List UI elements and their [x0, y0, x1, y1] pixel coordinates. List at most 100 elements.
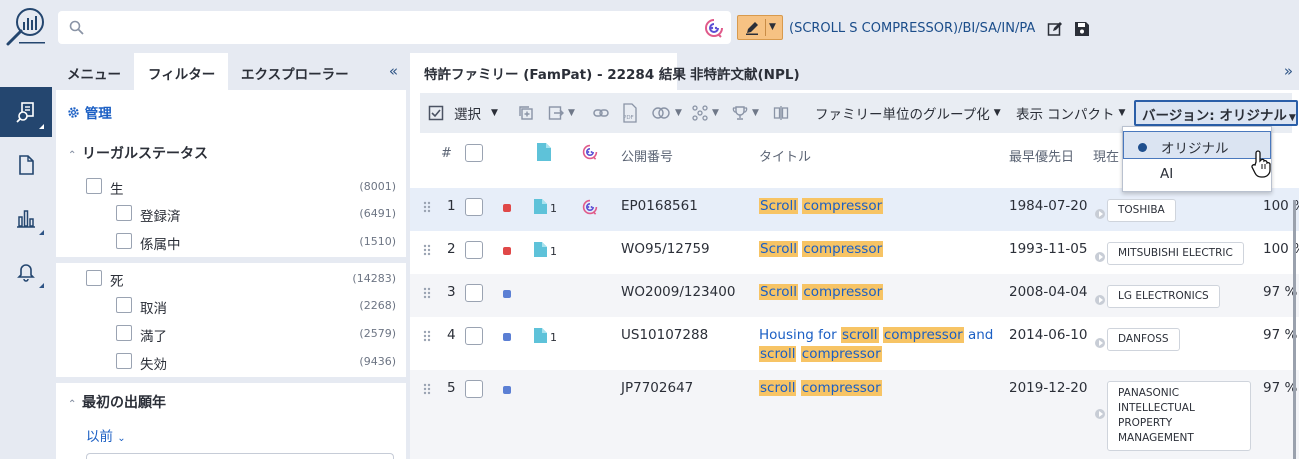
patent-title-link[interactable]: scroll compressor: [759, 379, 999, 398]
ai-assistant-icon[interactable]: [582, 199, 598, 215]
assignee-badge[interactable]: TOSHIBA: [1107, 199, 1176, 222]
document-icon[interactable]: [534, 199, 547, 214]
tab-explorer[interactable]: エクスプローラー: [241, 63, 349, 83]
network-menu[interactable]: ▼: [692, 93, 719, 133]
patent-title-link[interactable]: Housing for scroll compressor and scroll…: [759, 326, 999, 364]
assignee-badge[interactable]: MITSUBISHI ELECTRIC: [1107, 242, 1244, 265]
export-menu[interactable]: ▼: [548, 93, 575, 133]
assignee-badge[interactable]: PANASONIC INTELLECTUAL PROPERTY MANAGEME…: [1107, 381, 1251, 451]
checkbox[interactable]: [86, 270, 102, 286]
rail-analytics-button[interactable]: [0, 193, 52, 243]
expand-assignee-icon[interactable]: [1095, 295, 1105, 305]
patent-title-link[interactable]: Scroll compressor: [759, 197, 999, 216]
chevron-down-icon[interactable]: ▼: [769, 22, 776, 32]
display-compact-menu[interactable]: 表示 コンパクト ▼: [1016, 93, 1125, 133]
search-input[interactable]: [90, 11, 690, 44]
tab-npl[interactable]: 非特許文献(NPL): [690, 63, 800, 83]
tab-fampat[interactable]: 特許ファミリー (FamPat) - 22284 結果: [424, 63, 686, 83]
checkbox[interactable]: [116, 297, 132, 313]
collapse-panel-icon[interactable]: «: [389, 62, 398, 80]
table-row[interactable]: 2 1 WO95/12759 Scroll compressor 1993-11-05 M…: [410, 231, 1299, 274]
first-filing-heading[interactable]: ⌃ 最初の出願年: [68, 392, 166, 412]
filter-item-expired[interactable]: 満了 (2579): [56, 322, 406, 346]
publication-number[interactable]: WO95/12759: [621, 241, 710, 257]
row-checkbox[interactable]: [465, 380, 483, 398]
column-header-number[interactable]: #: [441, 146, 452, 161]
group-by-family-menu[interactable]: ファミリー単位のグループ化 ▼: [815, 93, 1001, 133]
vertical-scrollbar[interactable]: [1293, 200, 1296, 459]
row-checkbox[interactable]: [465, 198, 483, 216]
save-icon[interactable]: [1074, 21, 1090, 37]
legal-status-heading[interactable]: ⌃ リーガルステータス: [68, 143, 208, 163]
filter-item-dead[interactable]: 死 (14283): [56, 267, 406, 291]
rail-search-button[interactable]: [0, 87, 52, 137]
row-checkbox[interactable]: [465, 327, 483, 345]
table-row[interactable]: 5 JP7702647 scroll compressor 2019-12-20 PAN…: [410, 370, 1299, 459]
tab-menu[interactable]: メニュー: [67, 63, 121, 83]
compare-menu[interactable]: ▼: [651, 93, 682, 133]
checkbox[interactable]: [116, 233, 132, 249]
drag-handle-icon[interactable]: [423, 244, 431, 256]
filter-item-pending[interactable]: 係属中 (1510): [56, 230, 406, 254]
add-to-folder-button[interactable]: [518, 93, 534, 133]
filter-item-registered[interactable]: 登録済 (6491): [56, 202, 406, 226]
document-icon[interactable]: [534, 242, 547, 257]
expand-assignee-icon[interactable]: [1095, 252, 1105, 262]
checkbox[interactable]: [86, 178, 102, 194]
app-logo-icon[interactable]: [3, 4, 49, 50]
patent-title-link[interactable]: Scroll compressor: [759, 240, 999, 259]
ai-assistant-icon[interactable]: [704, 18, 724, 38]
publication-number[interactable]: EP0168561: [621, 198, 698, 214]
publication-number[interactable]: JP7702647: [621, 380, 693, 396]
link-button[interactable]: [593, 93, 609, 133]
filter-item-revoked[interactable]: 取消 (2268): [56, 294, 406, 318]
filter-input-box[interactable]: [86, 453, 394, 459]
drag-handle-icon[interactable]: [423, 201, 431, 213]
expand-panel-icon[interactable]: »: [1284, 62, 1293, 80]
select-all-checkbox[interactable]: [465, 144, 483, 162]
version-dropdown[interactable]: バージョン: オリジナル ▼: [1134, 100, 1298, 126]
document-icon[interactable]: [534, 328, 547, 343]
filter-item-alive[interactable]: 生 (8001): [56, 175, 406, 199]
pdf-button[interactable]: PDF: [621, 93, 639, 133]
rail-alerts-button[interactable]: [0, 246, 52, 296]
before-dropdown[interactable]: 以前 ⌄: [86, 425, 126, 445]
select-menu[interactable]: 選択 ▼: [428, 93, 498, 133]
row-checkbox[interactable]: [465, 241, 483, 259]
split-view-button[interactable]: [773, 93, 789, 133]
column-header-current[interactable]: 現在: [1093, 146, 1119, 165]
filter-item-lapsed[interactable]: 失効 (9436): [56, 350, 406, 374]
assignee-badge[interactable]: DANFOSS: [1107, 328, 1180, 351]
version-option-ai[interactable]: AI: [1123, 160, 1271, 188]
publication-number[interactable]: WO2009/123400: [621, 284, 735, 300]
tab-filter[interactable]: フィルター: [148, 63, 215, 83]
manage-link[interactable]: 管理: [67, 102, 112, 122]
drag-handle-icon[interactable]: [423, 383, 431, 395]
edit-query-button[interactable]: ▼: [737, 15, 783, 40]
chevron-down-icon: ▼: [993, 108, 1001, 118]
column-header-priority[interactable]: 最早優先日: [1009, 146, 1074, 165]
drag-handle-icon[interactable]: [423, 330, 431, 342]
version-option-original[interactable]: オリジナル: [1123, 131, 1271, 159]
table-row[interactable]: 1 1 EP0168561 Scroll compressor 1984-07-20 TO…: [410, 188, 1299, 231]
expand-assignee-icon[interactable]: [1095, 409, 1105, 419]
table-row[interactable]: 4 1 US10107288 Housing for scroll compresso…: [410, 317, 1299, 370]
table-row[interactable]: 3 WO2009/123400 Scroll compressor 2008-04-0…: [410, 274, 1299, 317]
trophy-menu[interactable]: ▼: [732, 93, 759, 133]
expand-assignee-icon[interactable]: [1095, 209, 1105, 219]
status-indicator: [503, 290, 511, 298]
chevron-up-icon: ⌃: [68, 399, 77, 410]
column-header-pubnum[interactable]: 公開番号: [621, 146, 673, 165]
patent-title-link[interactable]: Scroll compressor: [759, 283, 999, 302]
row-checkbox[interactable]: [465, 284, 483, 302]
expand-assignee-icon[interactable]: [1095, 338, 1105, 348]
drag-handle-icon[interactable]: [423, 287, 431, 299]
edit-icon[interactable]: [1047, 21, 1063, 37]
checkbox[interactable]: [116, 325, 132, 341]
rail-documents-button[interactable]: [0, 140, 52, 190]
assignee-badge[interactable]: LG ELECTRONICS: [1107, 285, 1220, 308]
checkbox[interactable]: [116, 205, 132, 221]
publication-number[interactable]: US10107288: [621, 327, 708, 343]
checkbox[interactable]: [116, 353, 132, 369]
column-header-title[interactable]: タイトル: [759, 146, 811, 165]
